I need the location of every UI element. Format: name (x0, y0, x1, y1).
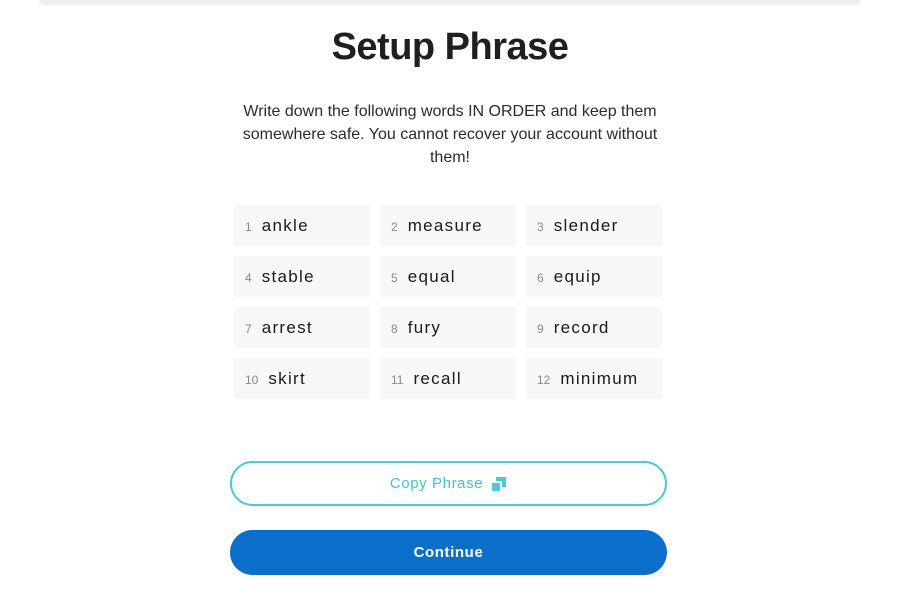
continue-label: Continue (413, 544, 484, 561)
word-number: 5 (391, 271, 398, 285)
word-text: skirt (268, 368, 307, 388)
setup-phrase-page: Setup Phrase Write down the following wo… (0, 0, 900, 600)
word-text: minimum (560, 368, 639, 388)
word-number: 2 (391, 220, 398, 234)
phrase-word-cell: 10 skirt (234, 358, 370, 399)
top-edge-divider (40, 0, 860, 3)
word-text: slender (553, 215, 619, 235)
phrase-word-cell: 12 minimum (526, 358, 662, 399)
copy-icon (491, 476, 507, 492)
phrase-word-grid: 1 ankle 2 measure 3 slender 4 stable 5 e… (234, 205, 662, 399)
word-text: fury (407, 317, 442, 337)
word-text: stable (261, 266, 315, 286)
phrase-word-cell: 1 ankle (234, 205, 370, 246)
phrase-word-cell: 2 measure (380, 205, 516, 246)
word-text: recall (413, 368, 462, 388)
copy-phrase-button[interactable]: Copy Phrase (230, 461, 667, 506)
continue-button[interactable]: Continue (230, 530, 667, 575)
word-number: 12 (537, 373, 551, 387)
word-number: 10 (245, 373, 259, 387)
word-number: 7 (245, 322, 252, 336)
word-text: record (553, 317, 610, 337)
word-text: ankle (261, 215, 309, 235)
phrase-word-cell: 3 slender (526, 205, 662, 246)
word-number: 6 (537, 271, 544, 285)
word-number: 1 (245, 220, 252, 234)
word-text: arrest (261, 317, 313, 337)
word-number: 3 (537, 220, 544, 234)
phrase-word-cell: 9 record (526, 307, 662, 348)
word-text: measure (407, 215, 483, 235)
phrase-word-cell: 4 stable (234, 256, 370, 297)
phrase-word-cell: 7 arrest (234, 307, 370, 348)
phrase-word-cell: 6 equip (526, 256, 662, 297)
phrase-word-cell: 8 fury (380, 307, 516, 348)
word-text: equal (407, 266, 456, 286)
word-number: 8 (391, 322, 398, 336)
word-number: 4 (245, 271, 252, 285)
word-number: 9 (537, 322, 544, 336)
page-title: Setup Phrase (331, 26, 569, 68)
phrase-word-cell: 5 equal (380, 256, 516, 297)
copy-phrase-label: Copy Phrase (389, 475, 484, 492)
word-text: equip (553, 266, 602, 286)
instructions-text: Write down the following words IN ORDER … (242, 103, 658, 166)
word-number: 11 (391, 373, 404, 387)
phrase-word-cell: 11 recall (380, 358, 516, 399)
